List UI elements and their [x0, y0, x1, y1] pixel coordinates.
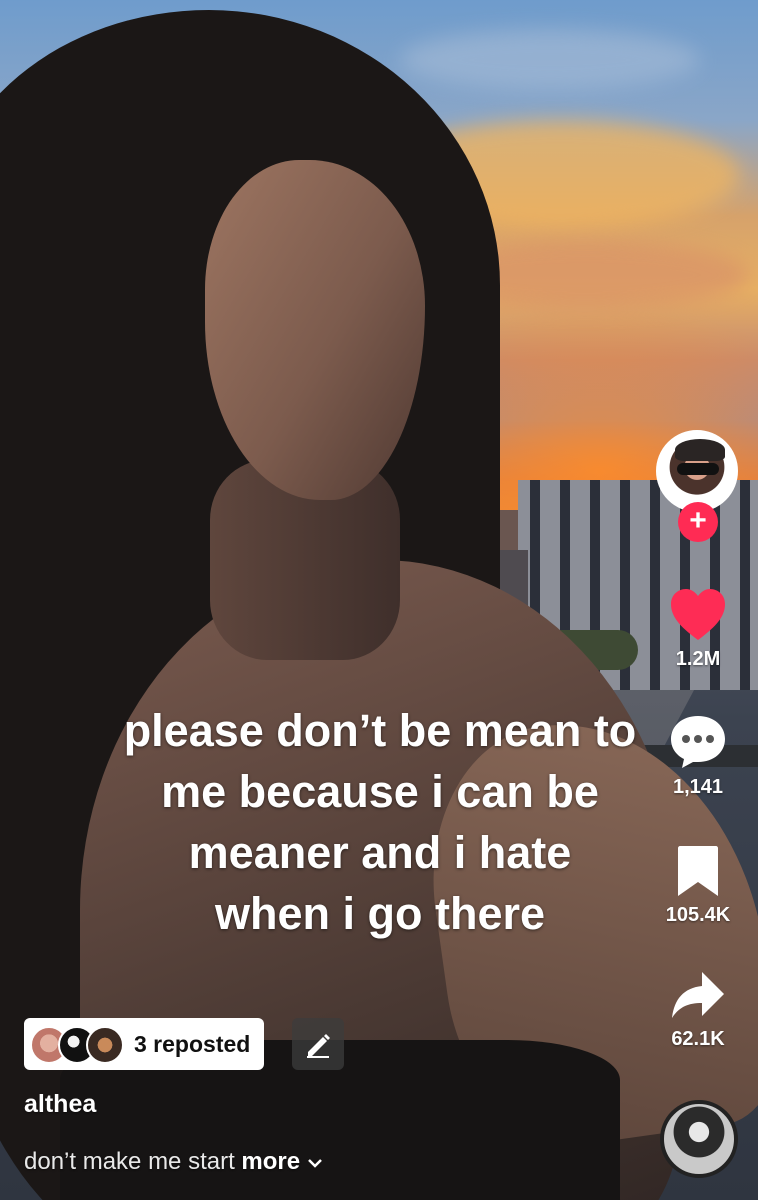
overlay-text-line: please don’t be mean to [123, 705, 637, 756]
overlay-text-line: me because i can be [161, 766, 599, 817]
comment-count: 1,141 [672, 776, 724, 798]
share-count: 62.1K [671, 1028, 725, 1050]
bookmark-icon [678, 846, 718, 896]
overlay-text-line: when i go there [214, 888, 546, 939]
overlay-text-line: meaner and i hate [188, 827, 572, 878]
repost-avatars [30, 1024, 126, 1064]
save-button[interactable]: 105.4K [628, 844, 758, 927]
caption-text: don’t make me start [24, 1148, 235, 1175]
cloud [400, 30, 700, 90]
repost-label: 3 reposted [134, 1030, 251, 1057]
follow-button[interactable]: + [678, 502, 718, 542]
video-feed-screen: please don’t be mean to me because i can… [0, 0, 758, 1200]
share-arrow-icon [672, 972, 724, 1018]
edit-repost-button[interactable] [292, 1018, 344, 1070]
video-overlay-text: please don’t be mean to me because i can… [80, 700, 680, 944]
repost-indicator[interactable]: 3 reposted [24, 1018, 265, 1070]
avatar-hat-detail [675, 439, 725, 461]
heart-icon [671, 589, 725, 640]
post-caption: don’t make me start more [24, 1148, 323, 1176]
more-link[interactable]: more [241, 1148, 300, 1175]
pencil-icon [307, 1034, 330, 1058]
share-button[interactable]: 62.1K [628, 970, 758, 1051]
save-count: 105.4K [665, 904, 731, 926]
like-count: 1.2M [675, 648, 721, 670]
author-username[interactable]: althea [24, 1090, 96, 1119]
repost-avatar [86, 1026, 124, 1064]
creator-avatar[interactable] [656, 430, 738, 512]
comment-button[interactable]: 1,141 [628, 714, 758, 799]
chevron-down-icon [307, 1158, 322, 1168]
post-info: 3 reposted althea don’t make me start mo… [24, 1018, 524, 1175]
avatar-glasses-detail [677, 463, 719, 475]
like-button[interactable]: 1.2M [628, 588, 758, 671]
comment-bubble-icon [671, 716, 725, 768]
sound-disc[interactable] [660, 1100, 738, 1178]
